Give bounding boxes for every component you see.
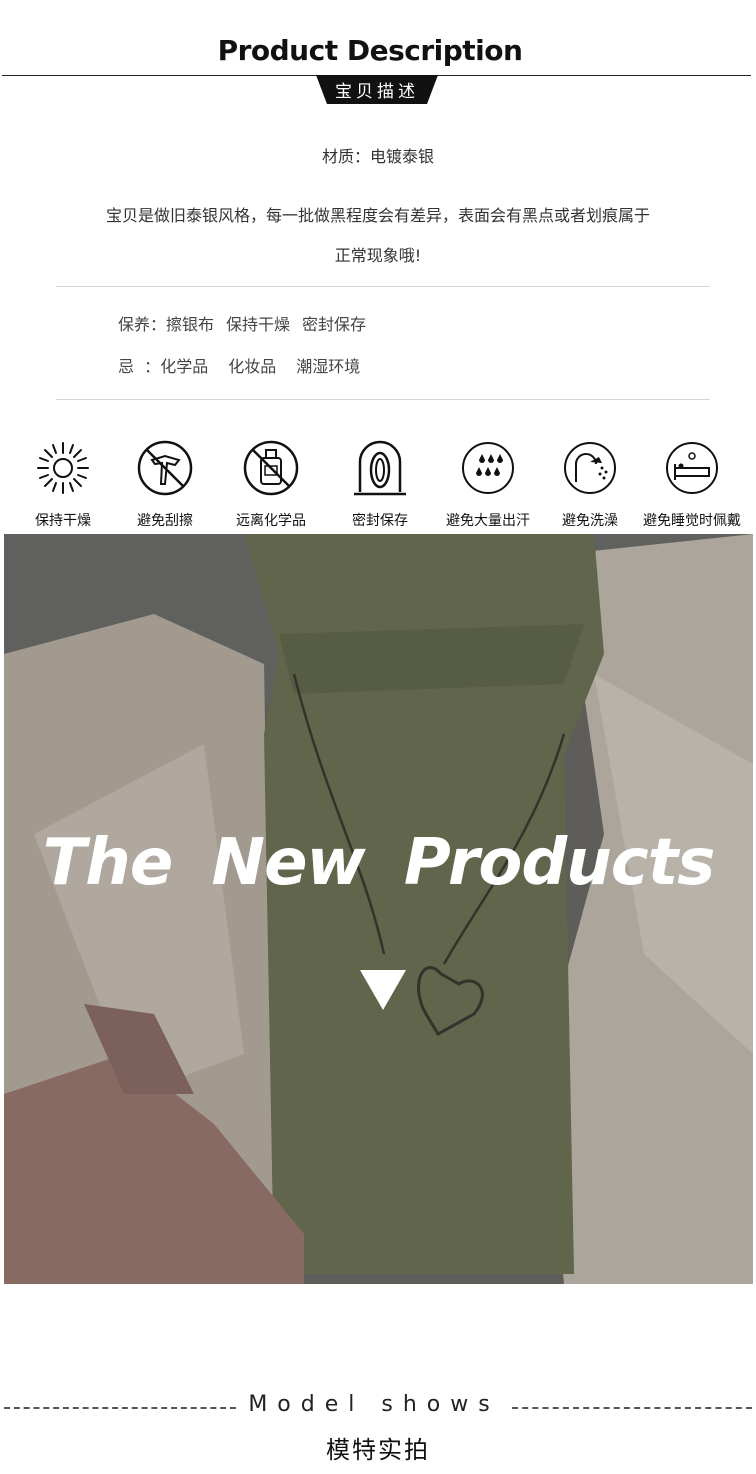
model-photo-illustration (4, 534, 753, 1284)
no-scratch-icon (137, 440, 193, 496)
section-ribbon: 宝贝描述 (316, 75, 438, 104)
divider (56, 399, 710, 400)
no-shower-icon (564, 442, 616, 494)
model-shows-subheading: 模特实拍 (326, 1436, 430, 1464)
avoid-item: 化妆品 (228, 357, 277, 376)
no-sweat-icon (462, 442, 514, 494)
icon-label: 避免洗澡 (562, 513, 618, 529)
model-shows-heading: Model shows (248, 1392, 500, 1417)
avoid-label: 忌 ： (118, 357, 161, 376)
care-row: 保养：擦银布 保持干燥 密封保存 (118, 311, 378, 335)
dashed-divider-right (512, 1407, 752, 1409)
page-title: Product Description (217, 34, 523, 67)
icon-label: 保持干燥 (35, 513, 91, 529)
divider (56, 286, 710, 287)
care-icons-row: 保持干燥 避免刮擦 远离化学品 密封保存 避免大量出汗 避免洗澡 避免睡觉时佩戴 (14, 438, 754, 534)
avoid-item: 化学品 (160, 357, 209, 376)
dashed-divider-left (4, 1407, 236, 1409)
icon-label: 避免睡觉时佩戴 (643, 513, 741, 529)
product-photo (4, 534, 753, 1284)
care-icon-item: 避免洗澡 (535, 438, 645, 530)
care-item: 保持干燥 (226, 315, 291, 334)
no-sleep-icon (666, 442, 718, 494)
care-icon-item: 避免刮擦 (110, 438, 220, 530)
sun-icon (37, 442, 89, 494)
avoid-item: 潮湿环境 (296, 357, 361, 376)
description-line-2: 正常现象哦! (334, 246, 422, 265)
material-text: 材质：电镀泰银 (321, 147, 434, 166)
no-chemicals-icon (243, 440, 299, 496)
care-icon-item: 避免睡觉时佩戴 (637, 438, 747, 530)
care-icon-item: 密封保存 (325, 438, 435, 530)
care-icon-item: 远离化学品 (216, 438, 326, 530)
care-icon-item: 保持干燥 (8, 438, 118, 530)
icon-label: 密封保存 (352, 513, 408, 529)
care-label: 保养： (118, 315, 167, 334)
icon-label: 远离化学品 (236, 513, 306, 529)
icon-label: 避免大量出汗 (446, 513, 530, 529)
down-arrow-icon (360, 970, 406, 1010)
icon-label: 避免刮擦 (137, 513, 193, 529)
avoid-row: 忌 ：化学品 化妆品 潮湿环境 (118, 353, 372, 377)
sealed-icon (354, 440, 406, 496)
description-line-1: 宝贝是做旧泰银风格，每一批做黑程度会有差异，表面会有黑点或者划痕属于 (105, 206, 650, 225)
care-item: 密封保存 (302, 315, 367, 334)
care-icon-item: 避免大量出汗 (433, 438, 543, 530)
care-item: 擦银布 (166, 315, 215, 334)
hero-overlay-title: The New Products (42, 826, 716, 900)
